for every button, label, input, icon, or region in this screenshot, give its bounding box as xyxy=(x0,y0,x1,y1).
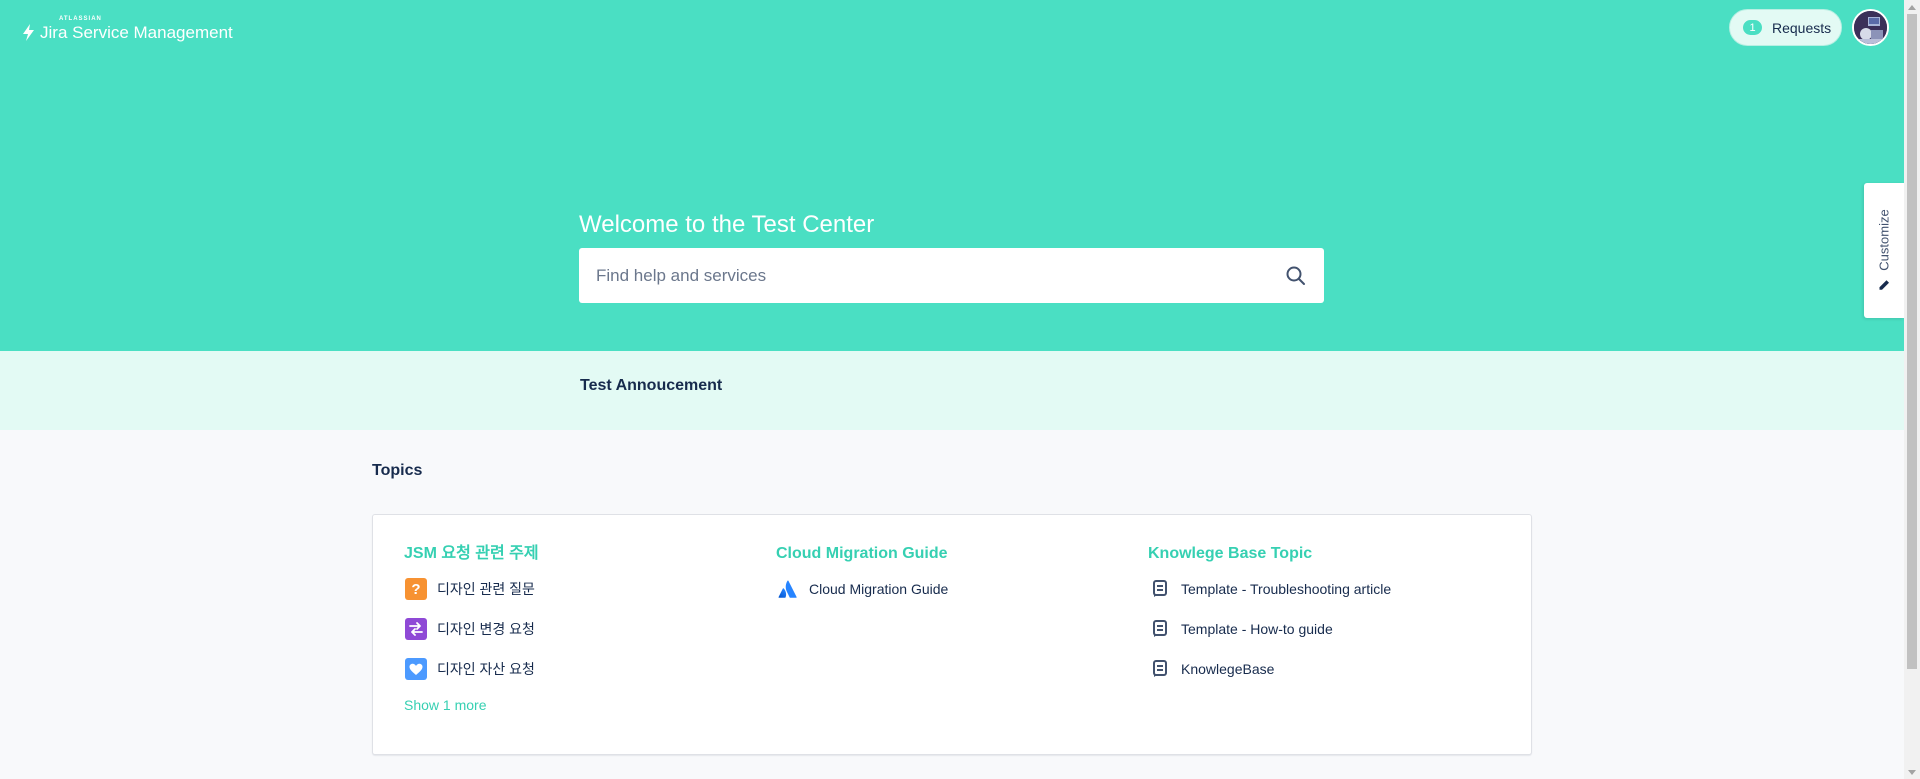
topic-column-jsm: JSM 요청 관련 주제 ? 디자인 관련 질문 디자인 변경 요청 디자인 자… xyxy=(404,544,539,715)
announcement-banner: Test Annoucement xyxy=(0,351,1904,430)
pencil-icon xyxy=(1879,280,1889,290)
topics-title: Topics xyxy=(372,462,423,479)
atlassian-icon xyxy=(776,577,800,601)
avatar-image xyxy=(1854,11,1887,44)
article-icon xyxy=(1148,657,1172,681)
topic-item-design-asset[interactable]: 디자인 자산 요청 xyxy=(404,657,539,681)
portal-page: ATLASSIAN Jira Service Management 1 Requ… xyxy=(0,0,1904,779)
customize-button[interactable]: Customize xyxy=(1864,183,1904,318)
topic-item-label: 디자인 변경 요청 xyxy=(437,621,535,637)
customize-label: Customize xyxy=(1876,209,1892,271)
topic-item-design-change[interactable]: 디자인 변경 요청 xyxy=(404,617,539,641)
topic-item-knowledgebase[interactable]: KnowlegeBase xyxy=(1148,657,1391,681)
article-icon xyxy=(1148,617,1172,641)
scrollbar-thumb[interactable] xyxy=(1907,14,1917,669)
scroll-down-arrow-icon[interactable] xyxy=(1904,765,1920,779)
topics-card: JSM 요청 관련 주제 ? 디자인 관련 질문 디자인 변경 요청 디자인 자… xyxy=(372,514,1532,755)
topic-item-label: 디자인 자산 요청 xyxy=(437,661,535,677)
hero-banner: ATLASSIAN Jira Service Management 1 Requ… xyxy=(0,0,1904,351)
requests-count-badge: 1 xyxy=(1743,20,1762,35)
article-icon xyxy=(1148,577,1172,601)
requests-button[interactable]: 1 Requests xyxy=(1729,9,1842,46)
requests-label: Requests xyxy=(1772,19,1832,36)
topic-item-label: Cloud Migration Guide xyxy=(809,581,949,597)
bolt-icon xyxy=(23,24,34,41)
question-icon: ? xyxy=(404,577,428,601)
jsm-logo[interactable]: ATLASSIAN Jira Service Management xyxy=(22,16,233,43)
vertical-scrollbar[interactable] xyxy=(1904,0,1920,779)
topic-column-knowledge-base: Knowlege Base Topic Template - Troublesh… xyxy=(1148,544,1391,697)
topic-heading-jsm[interactable]: JSM 요청 관련 주제 xyxy=(404,544,539,564)
topic-item-design-question[interactable]: ? 디자인 관련 질문 xyxy=(404,577,539,601)
show-more-link[interactable]: Show 1 more xyxy=(404,697,486,713)
swap-icon xyxy=(404,617,428,641)
search-input[interactable] xyxy=(579,248,1324,303)
topic-item-cloud-migration-guide[interactable]: Cloud Migration Guide xyxy=(776,577,948,601)
heart-icon xyxy=(404,657,428,681)
topic-item-label: Template - Troubleshooting article xyxy=(1181,581,1392,597)
topic-item-label: KnowlegeBase xyxy=(1181,661,1275,677)
scroll-up-arrow-icon[interactable] xyxy=(1904,0,1920,14)
logo-product-text: Jira Service Management xyxy=(40,23,233,42)
topic-item-label: 디자인 관련 질문 xyxy=(437,581,535,597)
topic-heading-cloud-migration[interactable]: Cloud Migration Guide xyxy=(776,544,948,564)
logo-atlassian-text: ATLASSIAN xyxy=(59,16,102,22)
announcement-title: Test Annoucement xyxy=(580,377,723,394)
avatar[interactable] xyxy=(1852,9,1889,46)
search-icon[interactable] xyxy=(1285,265,1307,287)
welcome-title: Welcome to the Test Center xyxy=(579,211,875,238)
topic-item-how-to-guide[interactable]: Template - How-to guide xyxy=(1148,617,1391,641)
topic-column-cloud-migration: Cloud Migration Guide Cloud Migration Gu… xyxy=(776,544,948,617)
topic-heading-knowledge-base[interactable]: Knowlege Base Topic xyxy=(1148,544,1391,564)
topic-item-label: Template - How-to guide xyxy=(1181,621,1333,637)
search-box xyxy=(579,248,1324,303)
topic-item-troubleshooting-article[interactable]: Template - Troubleshooting article xyxy=(1148,577,1391,601)
